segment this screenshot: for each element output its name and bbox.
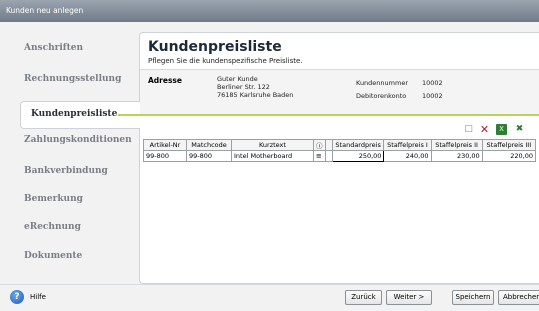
save-button[interactable]: Speichern: [452, 290, 494, 305]
table-row[interactable]: 99-800 99-800 Intel Motherboard ≡ 250,00…: [143, 150, 537, 162]
col-header-staffelpreis-2[interactable]: Staffelpreis II: [430, 139, 483, 151]
sidebar-item-rechnungsstellung[interactable]: Rechnungsstellung: [24, 74, 121, 84]
cell-info[interactable]: ≡: [312, 150, 326, 162]
cell-artikel-nr[interactable]: 99-800: [143, 150, 187, 162]
cell-spacer: [324, 150, 333, 162]
sidebar-item-bankverbindung[interactable]: Bankverbindung: [24, 166, 108, 176]
col-header-standardpreis[interactable]: Standardpreis: [331, 139, 385, 151]
cell-staffelpreis-3[interactable]: 220,00: [481, 150, 537, 162]
col-header-matchcode[interactable]: Matchcode: [185, 139, 233, 151]
page-subtitle: Pflegen Sie die kundenspezifische Preisl…: [148, 57, 303, 65]
sidebar-item-zahlungskonditionen[interactable]: Zahlungskonditionen: [24, 135, 132, 145]
cell-staffelpreis-2[interactable]: 230,00: [430, 150, 483, 162]
sidebar-item-bemerkung[interactable]: Bemerkung: [24, 194, 83, 204]
debtor-account-value: 10002: [422, 92, 443, 100]
next-button[interactable]: Weiter >: [386, 290, 432, 305]
address-label: Adresse: [148, 76, 182, 85]
cell-staffelpreis-1[interactable]: 240,00: [383, 150, 432, 162]
footer-bar: ? Hilfe Zurück Weiter > Speichern Abbrec…: [0, 284, 539, 311]
col-header-staffelpreis-1[interactable]: Staffelpreis I: [383, 139, 432, 151]
col-header-artikel-nr[interactable]: Artikel-Nr: [143, 139, 187, 151]
text-icon: ≡: [315, 152, 322, 160]
address-line-name: Guter Kunde: [217, 75, 258, 83]
back-button[interactable]: Zurück: [345, 290, 382, 305]
price-list-table: Artikel-Nr Matchcode Kurztext ⓘ Standard…: [143, 139, 537, 162]
sidebar-item-erechnung[interactable]: eRechnung: [24, 222, 81, 232]
cell-standardpreis[interactable]: 250,00: [331, 150, 385, 162]
excel-icon[interactable]: X: [496, 124, 507, 135]
address-line-city: 76185 Karlsruhe Baden: [217, 91, 294, 99]
address-line-street: Berliner Str. 122: [217, 83, 270, 91]
help-label[interactable]: Hilfe: [30, 293, 46, 301]
export-icon[interactable]: ✖: [514, 124, 525, 135]
col-header-staffelpreis-3[interactable]: Staffelpreis III: [481, 139, 537, 151]
sidebar: Anschriften Rechnungsstellung Kundenprei…: [0, 22, 140, 282]
delete-icon[interactable]: ✕: [479, 124, 490, 135]
new-icon[interactable]: □: [463, 124, 474, 135]
sidebar-item-anschriften[interactable]: Anschriften: [24, 43, 83, 53]
active-tab-indicator: [118, 114, 539, 116]
window: Anschriften Rechnungsstellung Kundenprei…: [0, 22, 539, 311]
content-panel: Kundenpreisliste Pflegen Sie die kundens…: [139, 32, 539, 284]
debtor-account-label: Debitorenkonto: [356, 92, 407, 100]
cancel-button[interactable]: Abbrechen: [498, 290, 539, 305]
cell-kurztext[interactable]: Intel Motherboard: [231, 150, 314, 162]
col-header-kurztext[interactable]: Kurztext: [231, 139, 314, 151]
help-icon[interactable]: ?: [10, 290, 24, 304]
sidebar-item-dokumente[interactable]: Dokumente: [24, 251, 82, 261]
page-title: Kundenpreisliste: [148, 39, 282, 55]
customer-number-value: 10002: [422, 79, 443, 87]
customer-number-label: Kundennummer: [356, 79, 408, 87]
table-header-row: Artikel-Nr Matchcode Kurztext ⓘ Standard…: [143, 139, 537, 151]
cell-matchcode[interactable]: 99-800: [185, 150, 233, 162]
window-title: Kunden neu anlegen: [6, 6, 84, 15]
address-panel: Adresse Guter Kunde Berliner Str. 122 76…: [140, 70, 539, 114]
col-header-spacer: [324, 139, 333, 151]
title-bar: Kunden neu anlegen: [0, 0, 539, 22]
col-header-info[interactable]: ⓘ: [312, 139, 326, 151]
